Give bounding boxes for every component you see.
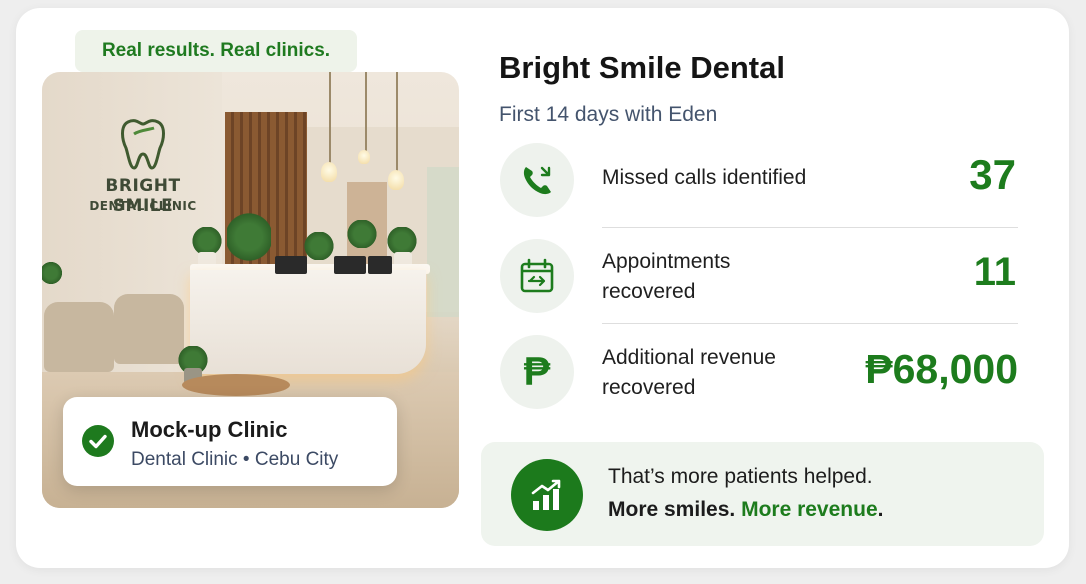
banner-line2-suffix: . (877, 498, 884, 521)
banner-line1: That’s more patients helped. (608, 465, 873, 488)
stat-label-missed-calls: Missed calls identified (602, 166, 807, 189)
clinic-subtitle: Dental Clinic • Cebu City (131, 449, 339, 470)
check-circle-icon (82, 425, 114, 457)
page-subtitle: First 14 days with Eden (499, 103, 718, 126)
banner-line2: More smiles. More revenue. (608, 498, 883, 522)
chart-growth-icon (511, 459, 583, 531)
stat-value-missed-calls: 37 (969, 151, 1016, 198)
stat-value-appointments: 11 (973, 250, 1016, 294)
stat-label-appointments: Appointments recovered (602, 250, 731, 303)
stat-value-revenue: ₱68,000 (865, 346, 1018, 392)
peso-icon: ₱ (500, 335, 574, 409)
phone-missed-icon (500, 143, 574, 217)
tooth-logo-icon (121, 119, 165, 170)
sign-text-line2: DENTAL CLINIC (89, 199, 197, 213)
tagline-badge: Real results. Real clinics. (75, 30, 357, 72)
divider (602, 323, 1018, 324)
stat-label-revenue: Additional revenue recovered (602, 346, 776, 399)
calendar-icon (500, 239, 574, 313)
page-title: Bright Smile Dental (499, 50, 785, 85)
summary-banner: That’s more patients helped. More smiles… (481, 442, 1044, 546)
banner-line2-accent: More revenue (741, 498, 878, 521)
clinic-name: Mock-up Clinic (131, 417, 288, 442)
divider (602, 227, 1018, 228)
clinic-info-card: Mock-up Clinic Dental Clinic • Cebu City (63, 397, 397, 486)
banner-line2-prefix: More smiles. (608, 498, 736, 521)
